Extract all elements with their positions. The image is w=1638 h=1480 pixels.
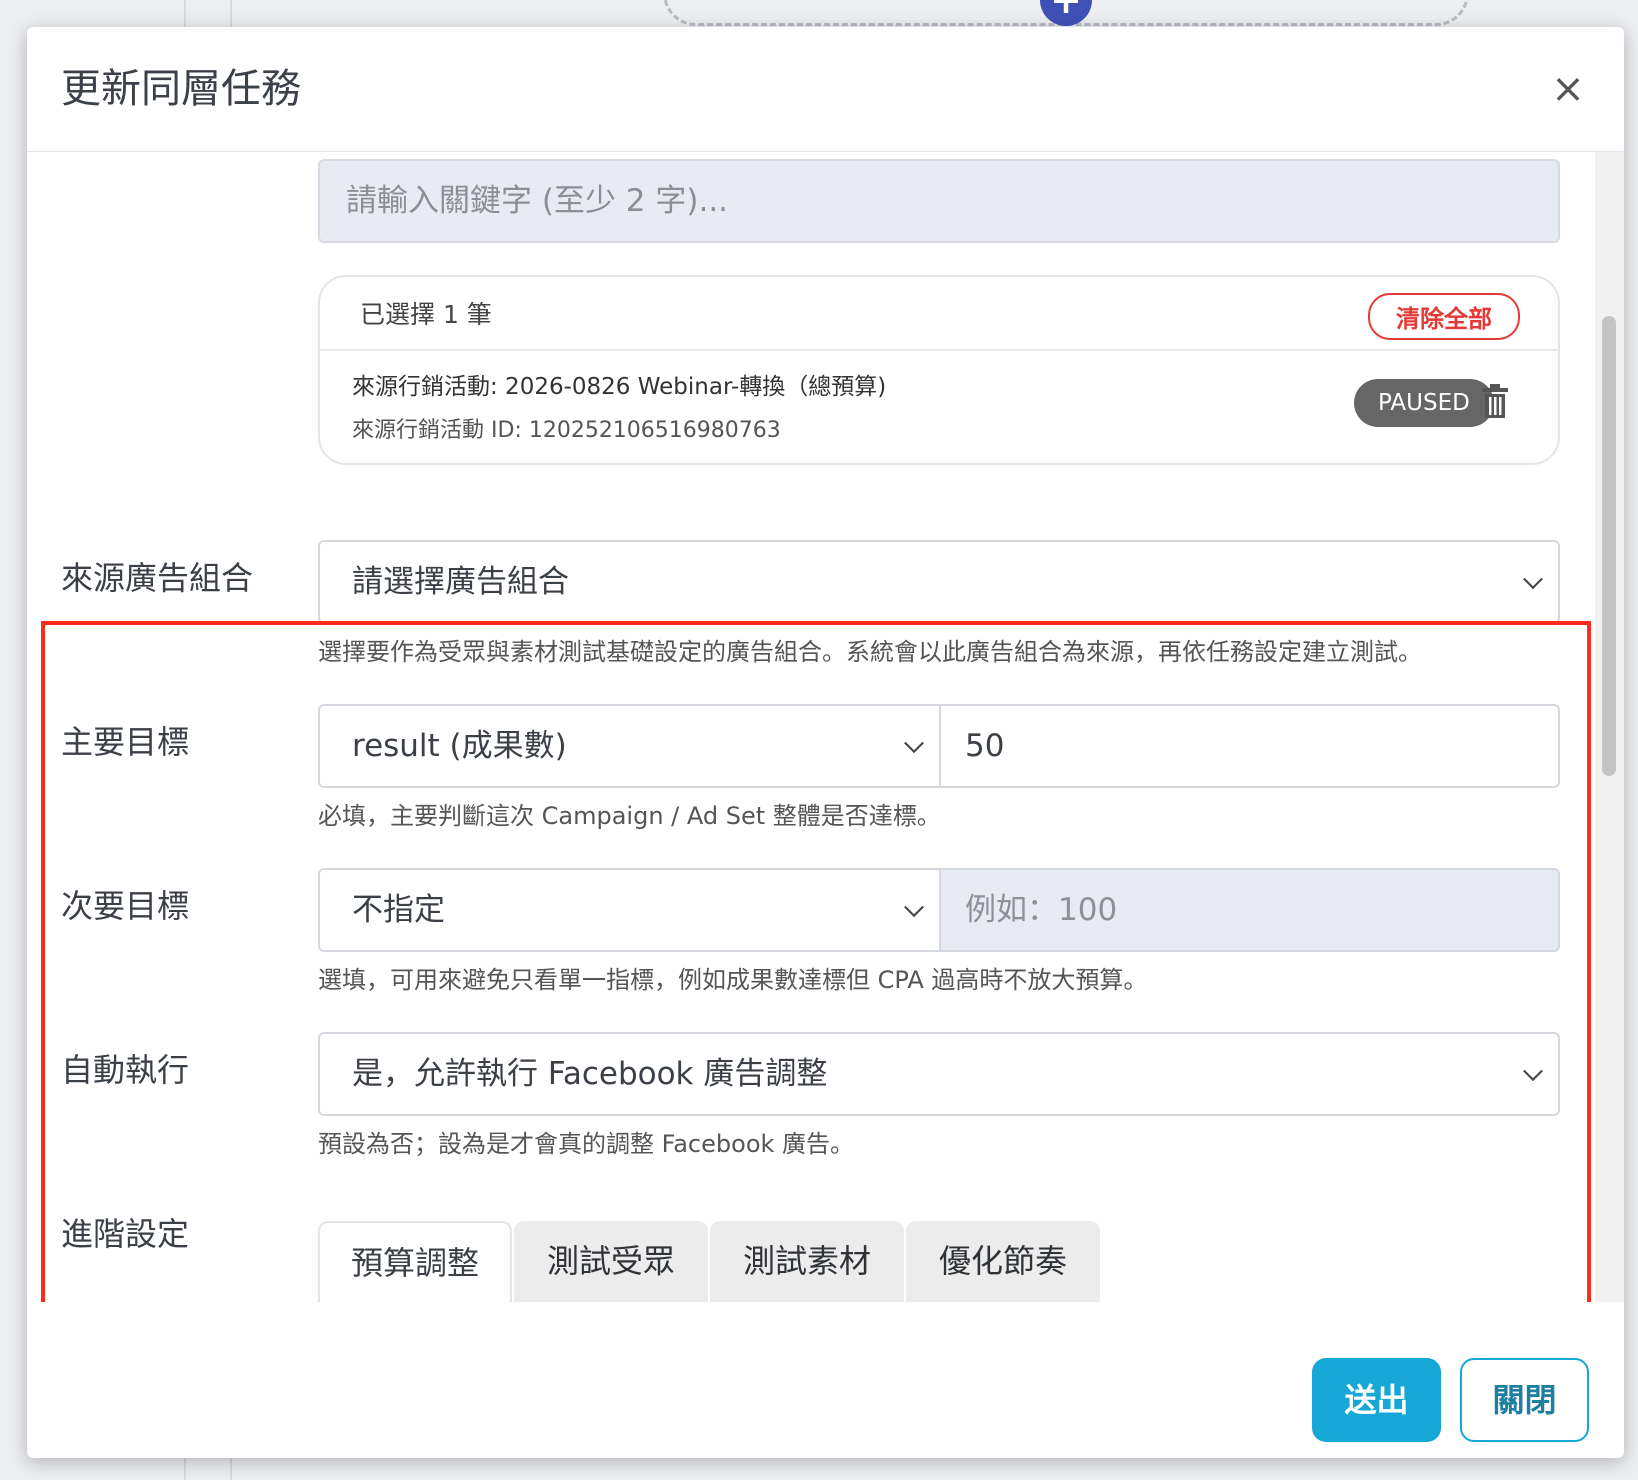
primary-goal-metric-value: result (成果數) — [352, 728, 567, 764]
advanced-settings-tabs: 預算調整 測試受眾 測試素材 優化節奏 — [318, 1221, 1560, 1302]
primary-goal-label: 主要目標 — [61, 723, 190, 761]
selected-items-header: 已選擇 1 筆 清除全部 — [320, 277, 1558, 351]
chevron-down-icon — [1523, 1061, 1543, 1082]
selected-item-id: 來源行銷活動 ID: 120252106516980763 — [352, 418, 781, 443]
submit-button[interactable]: 送出 — [1312, 1358, 1441, 1442]
modal-header: 更新同層任務 × — [27, 27, 1624, 152]
tab-test-creative[interactable]: 測試素材 — [710, 1221, 904, 1302]
source-adset-value: 請選擇廣告組合 — [352, 564, 569, 600]
primary-goal-metric-select[interactable]: result (成果數) — [318, 704, 941, 788]
modal-title: 更新同層任務 — [61, 66, 301, 112]
canvas-grid-line — [230, 1458, 232, 1480]
canvas-grid-line — [184, 1458, 186, 1480]
close-icon[interactable]: × — [1546, 67, 1590, 111]
tab-budget-adjustment[interactable]: 預算調整 — [318, 1221, 512, 1302]
clear-all-button[interactable]: 清除全部 — [1368, 293, 1520, 340]
tab-optimization-pace[interactable]: 優化節奏 — [906, 1221, 1100, 1302]
source-adset-help: 選擇要作為受眾與素材測試基礎設定的廣告組合。系統會以此廣告組合為來源，再依任務設… — [318, 638, 1422, 666]
secondary-goal-metric-select[interactable]: 不指定 — [318, 868, 941, 952]
keyword-search-input[interactable]: 請輸入關鍵字 (至少 2 字)... — [318, 159, 1560, 243]
secondary-goal-metric-value: 不指定 — [352, 892, 445, 928]
primary-goal-target-input[interactable]: 50 — [941, 704, 1560, 788]
chevron-down-icon — [1523, 569, 1543, 590]
canvas-grid-line — [184, 0, 186, 27]
modal-body: 請輸入關鍵字 (至少 2 字)... 已選擇 1 筆 清除全部 來源行銷活動: … — [27, 152, 1624, 1302]
modal-footer: 送出 關閉 — [27, 1302, 1624, 1458]
selected-count: 已選擇 1 筆 — [360, 300, 492, 329]
chevron-down-icon — [904, 733, 924, 754]
advanced-settings-label: 進階設定 — [61, 1215, 190, 1253]
secondary-goal-target-input[interactable]: 例如：100 — [941, 868, 1560, 952]
source-adset-select[interactable]: 請選擇廣告組合 — [318, 540, 1560, 624]
status-badge: PAUSED — [1354, 379, 1494, 427]
trash-icon[interactable] — [1480, 383, 1510, 419]
selected-items-card: 已選擇 1 筆 清除全部 來源行銷活動: 2026-0826 Webinar-轉… — [318, 275, 1560, 465]
primary-goal-help: 必填，主要判斷這次 Campaign / Ad Set 整體是否達標。 — [318, 802, 941, 830]
canvas-grid-line — [230, 0, 232, 27]
update-task-modal: 更新同層任務 × 請輸入關鍵字 (至少 2 字)... 已選擇 1 筆 清除全部… — [27, 27, 1624, 1458]
close-button[interactable]: 關閉 — [1460, 1358, 1589, 1442]
scrollbar-thumb[interactable] — [1602, 316, 1616, 776]
secondary-goal-label: 次要目標 — [61, 887, 190, 925]
auto-execute-label: 自動執行 — [61, 1051, 190, 1089]
auto-execute-help: 預設為否；設為是才會真的調整 Facebook 廣告。 — [318, 1130, 855, 1158]
auto-execute-value: 是，允許執行 Facebook 廣告調整 — [352, 1056, 828, 1092]
selected-item-name: 來源行銷活動: 2026-0826 Webinar-轉換（總預算) — [352, 374, 887, 400]
secondary-goal-help: 選填，可用來避免只看單一指標，例如成果數達標但 CPA 過高時不放大預算。 — [318, 966, 1148, 994]
source-adset-label: 來源廣告組合 — [61, 559, 254, 597]
auto-execute-select[interactable]: 是，允許執行 Facebook 廣告調整 — [318, 1032, 1560, 1116]
chevron-down-icon — [904, 897, 924, 918]
tab-test-audience[interactable]: 測試受眾 — [514, 1221, 708, 1302]
